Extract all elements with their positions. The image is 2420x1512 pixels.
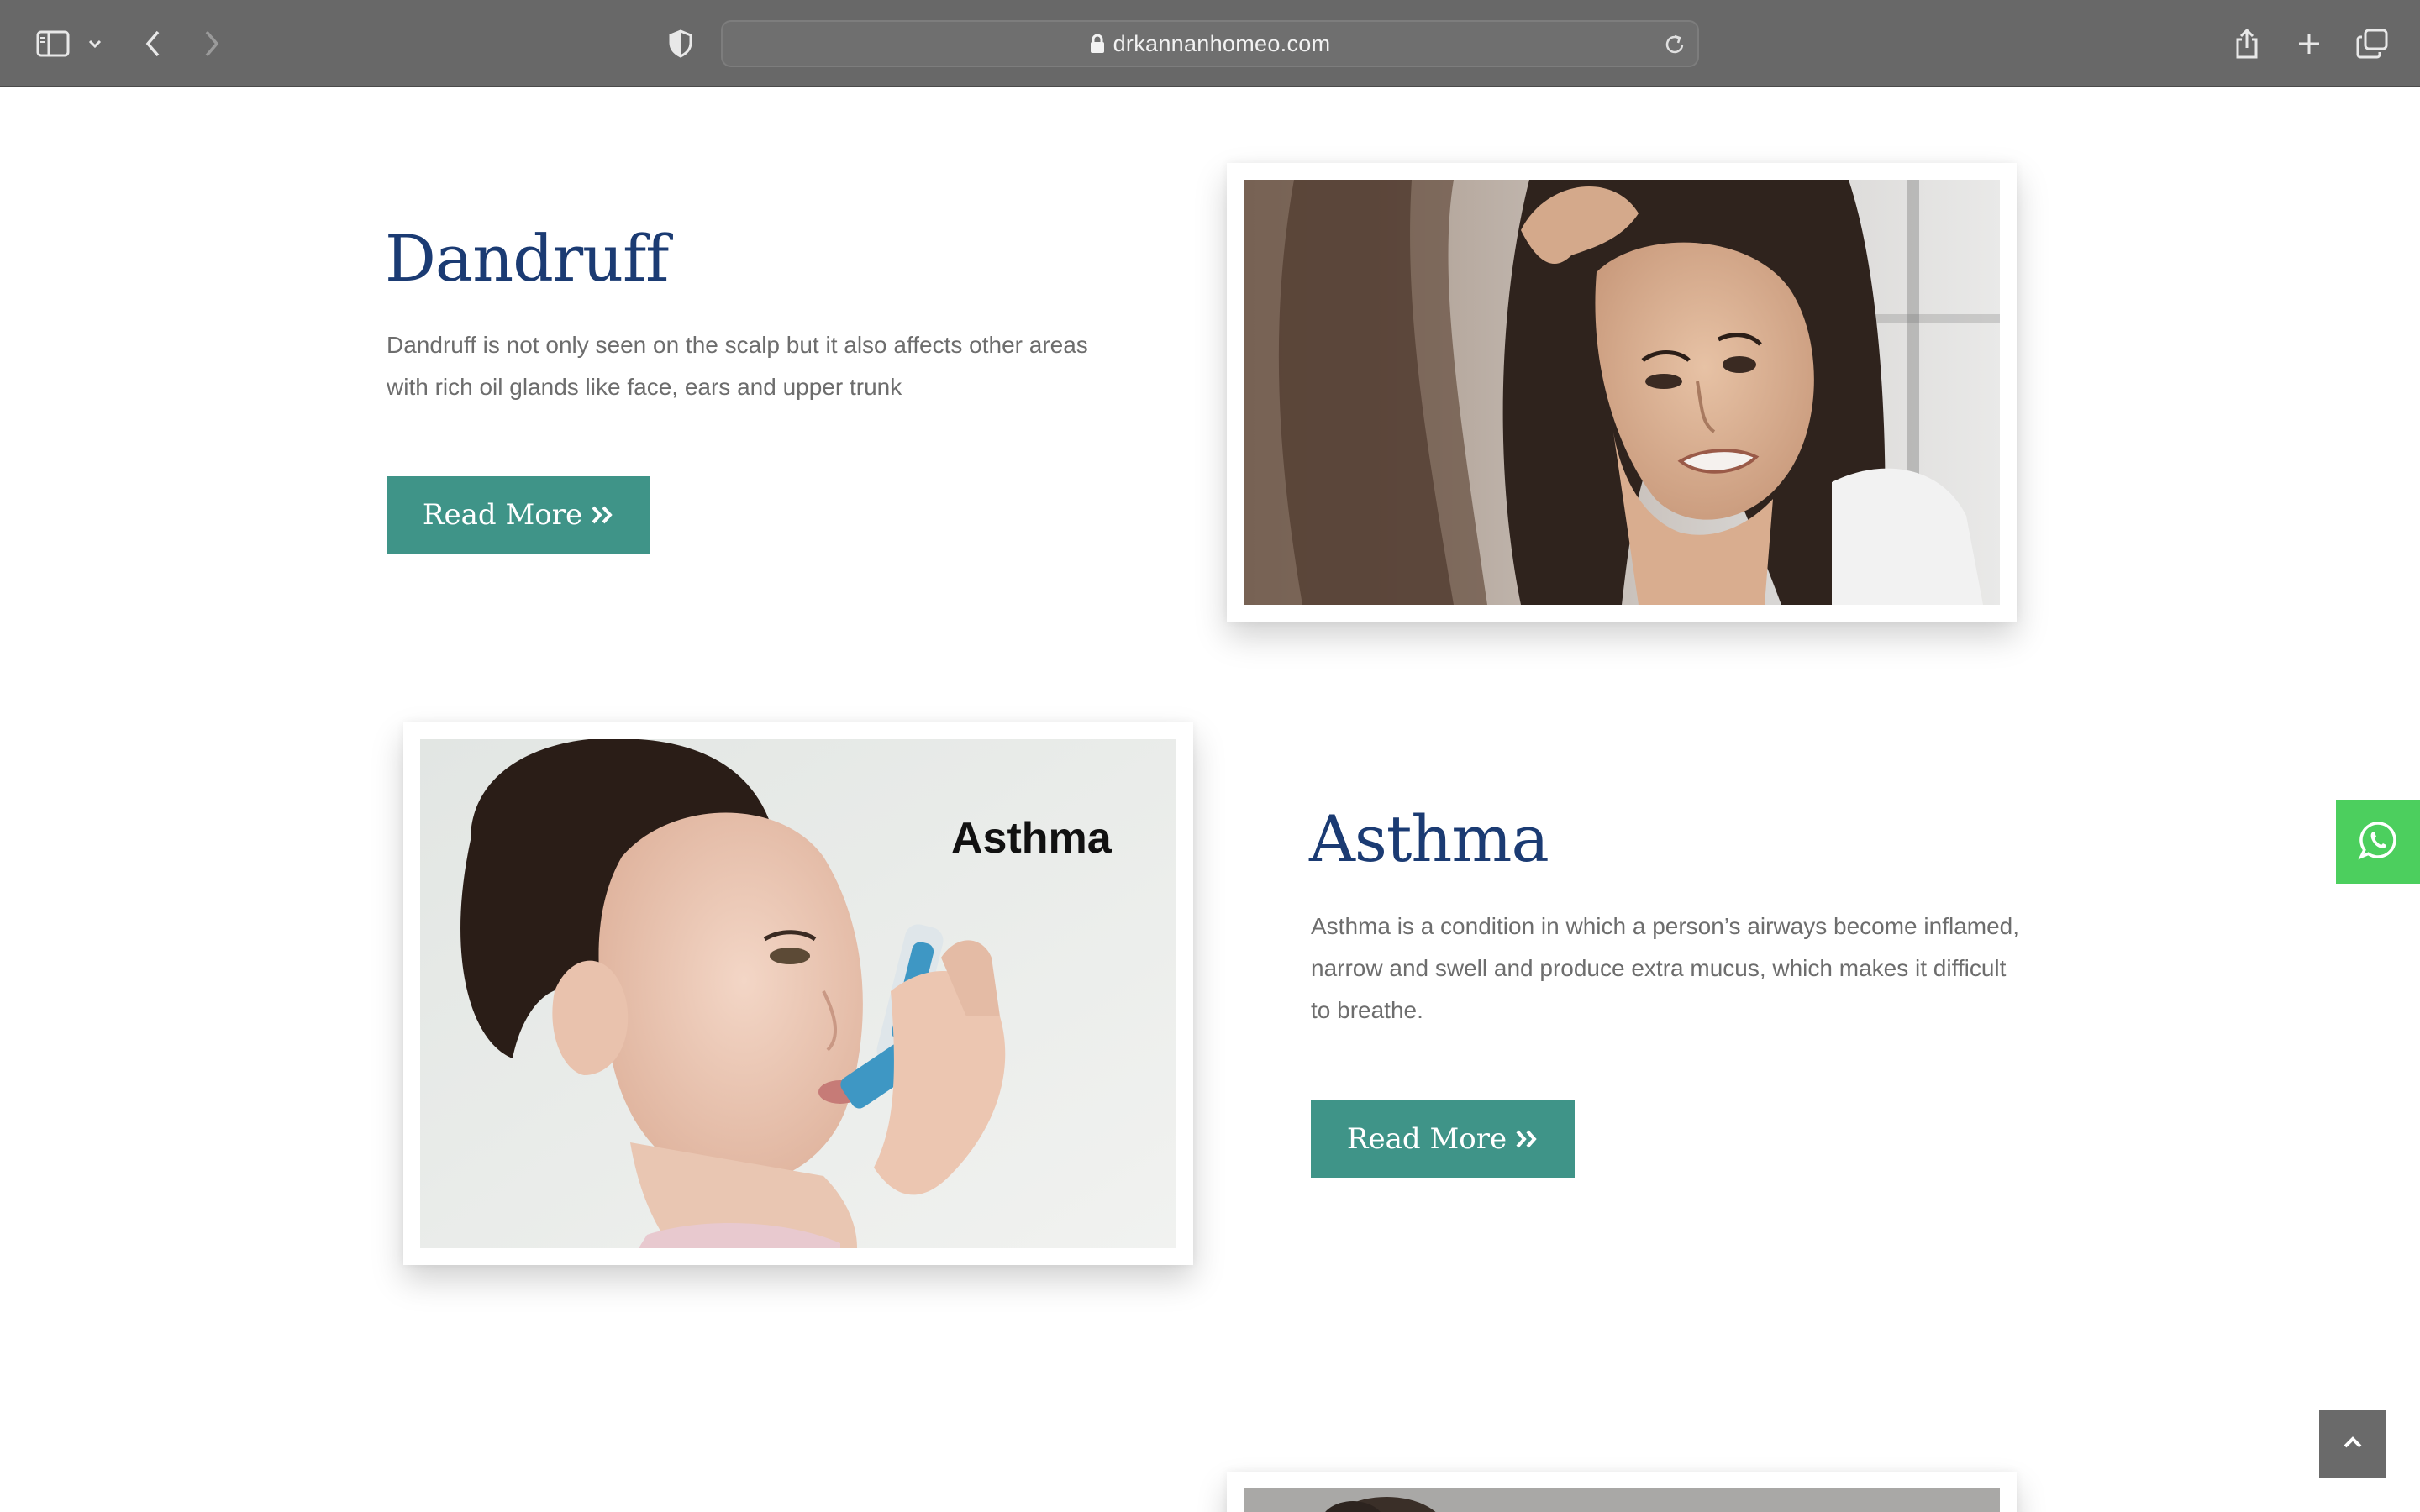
description-line: Asthma is a condition in which a person’… bbox=[1311, 913, 2020, 939]
web-page: Dandruff Dandruff is not only seen on th… bbox=[0, 89, 2420, 1512]
double-chevron-right-icon bbox=[1515, 1128, 1539, 1150]
section-description-asthma: Asthma is a condition in which a person’… bbox=[1311, 906, 2067, 1032]
section-title-asthma: Asthma bbox=[1309, 801, 1549, 876]
read-more-button-dandruff[interactable]: Read More bbox=[387, 476, 650, 554]
address-bar[interactable]: drkannanhomeo.com bbox=[721, 20, 1699, 67]
sidebar-icon[interactable] bbox=[32, 18, 74, 69]
url-text: drkannanhomeo.com bbox=[1113, 30, 1331, 56]
scroll-top-button[interactable] bbox=[2319, 1410, 2386, 1478]
image-frame-asthma: Asthma bbox=[403, 722, 1193, 1265]
shield-icon[interactable] bbox=[666, 18, 696, 69]
description-line: Dandruff is not only seen on the scalp b… bbox=[387, 332, 1088, 358]
whatsapp-button[interactable] bbox=[2336, 800, 2420, 884]
read-more-label: Read More bbox=[422, 498, 583, 532]
tabs-overview-icon[interactable] bbox=[2354, 18, 2390, 69]
reload-icon[interactable] bbox=[1662, 32, 1687, 61]
double-chevron-right-icon bbox=[591, 504, 614, 526]
share-icon[interactable] bbox=[2230, 18, 2264, 69]
image-frame-dandruff bbox=[1227, 163, 2017, 622]
back-icon[interactable] bbox=[138, 18, 168, 69]
chevron-down-icon[interactable] bbox=[84, 18, 106, 69]
new-tab-icon[interactable] bbox=[2292, 18, 2326, 69]
read-more-label: Read More bbox=[1346, 1122, 1507, 1156]
image-overlay-text: Asthma bbox=[951, 814, 1112, 863]
chevron-up-icon bbox=[2342, 1435, 2364, 1454]
whatsapp-icon bbox=[2358, 820, 2398, 864]
lock-icon bbox=[1090, 34, 1105, 54]
browser-toolbar: drkannanhomeo.com bbox=[0, 0, 2420, 87]
forward-icon[interactable] bbox=[197, 18, 227, 69]
section-title-dandruff: Dandruff bbox=[385, 221, 669, 296]
next-section-photo bbox=[1244, 1488, 2000, 1512]
image-frame-next bbox=[1227, 1472, 2017, 1512]
description-line: narrow and swell and produce extra mucus… bbox=[1311, 955, 2007, 981]
read-more-button-asthma[interactable]: Read More bbox=[1311, 1100, 1575, 1178]
section-description-dandruff: Dandruff is not only seen on the scalp b… bbox=[387, 324, 1143, 408]
description-line: to breathe. bbox=[1311, 997, 1423, 1023]
description-line: with rich oil glands like face, ears and… bbox=[387, 374, 902, 400]
asthma-photo: Asthma bbox=[420, 739, 1176, 1248]
dandruff-photo bbox=[1244, 180, 2000, 605]
